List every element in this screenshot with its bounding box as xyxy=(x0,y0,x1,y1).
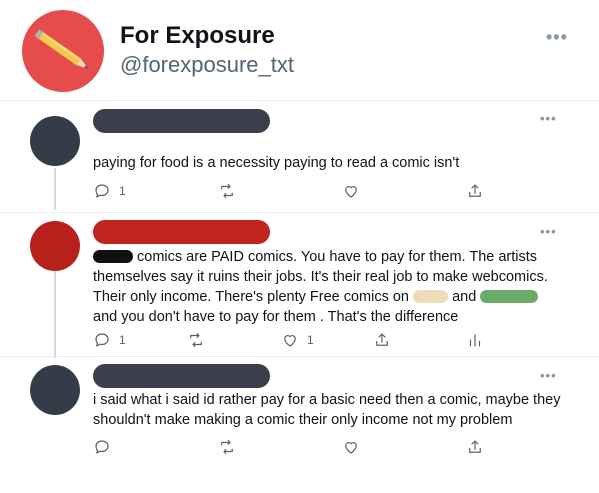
share-button[interactable] xyxy=(373,331,391,349)
reply-tweet-3[interactable]: ••• i said what i said id rather pay for… xyxy=(0,357,599,493)
redacted-site xyxy=(413,290,449,303)
redacted-username xyxy=(93,220,270,244)
redacted-mention xyxy=(93,250,133,263)
profile-name[interactable]: For Exposure xyxy=(120,22,275,50)
share-icon xyxy=(469,184,481,197)
reply-icon xyxy=(95,333,109,347)
like-button[interactable] xyxy=(342,182,360,200)
avatar[interactable] xyxy=(30,365,80,415)
reply-button[interactable]: 1 xyxy=(93,182,126,200)
profile-handle[interactable]: @forexposure_txt xyxy=(120,52,294,78)
reply-button[interactable]: 1 xyxy=(93,331,126,349)
analytics-button[interactable] xyxy=(466,331,484,349)
share-icon xyxy=(376,333,388,346)
tweet-more-icon[interactable]: ••• xyxy=(540,225,557,238)
tweet-text-part: and you don't have to pay for them . Tha… xyxy=(93,309,459,325)
retweet-icon xyxy=(221,440,233,454)
header-divider xyxy=(0,100,599,101)
share-button[interactable] xyxy=(466,182,484,200)
redacted-username xyxy=(93,109,270,133)
like-button[interactable]: 1 xyxy=(281,331,314,349)
analytics-icon xyxy=(469,334,481,347)
tweet-text: i said what i said id rather pay for a b… xyxy=(93,392,561,428)
like-button[interactable] xyxy=(342,438,360,456)
share-icon xyxy=(469,440,481,453)
redacted-username xyxy=(93,364,270,388)
avatar[interactable] xyxy=(30,116,80,166)
heart-icon xyxy=(345,186,357,198)
reply-count: 1 xyxy=(119,333,126,347)
tweet-text-part: and xyxy=(452,289,477,305)
retweet-icon xyxy=(221,184,233,198)
pencil-icon xyxy=(34,29,89,69)
retweet-button[interactable] xyxy=(218,438,236,456)
reply-button[interactable] xyxy=(93,438,111,456)
reply-tweet-1[interactable]: ••• paying for food is a necessity payin… xyxy=(0,102,599,212)
reply-tweet-2[interactable]: ••• comics are PAID comics. You have to … xyxy=(0,213,599,356)
reply-icon xyxy=(95,184,109,198)
tweet-text: comics are PAID comics. You have to pay … xyxy=(93,247,563,327)
tweet-more-icon[interactable]: ••• xyxy=(540,369,557,382)
avatar[interactable] xyxy=(30,221,80,271)
reply-count: 1 xyxy=(119,184,126,198)
header-more-icon[interactable]: ••• xyxy=(546,28,568,46)
tweet-text: paying for food is a necessity paying to… xyxy=(93,155,460,171)
retweet-button[interactable] xyxy=(218,182,236,200)
like-count: 1 xyxy=(307,333,314,347)
redacted-site xyxy=(480,290,539,303)
heart-icon xyxy=(284,335,296,347)
profile-avatar[interactable] xyxy=(22,10,104,92)
tweet-more-icon[interactable]: ••• xyxy=(540,112,557,125)
retweet-button[interactable] xyxy=(187,331,205,349)
reply-icon xyxy=(95,440,109,454)
retweet-icon xyxy=(190,333,202,347)
share-button[interactable] xyxy=(466,438,484,456)
heart-icon xyxy=(345,442,357,454)
